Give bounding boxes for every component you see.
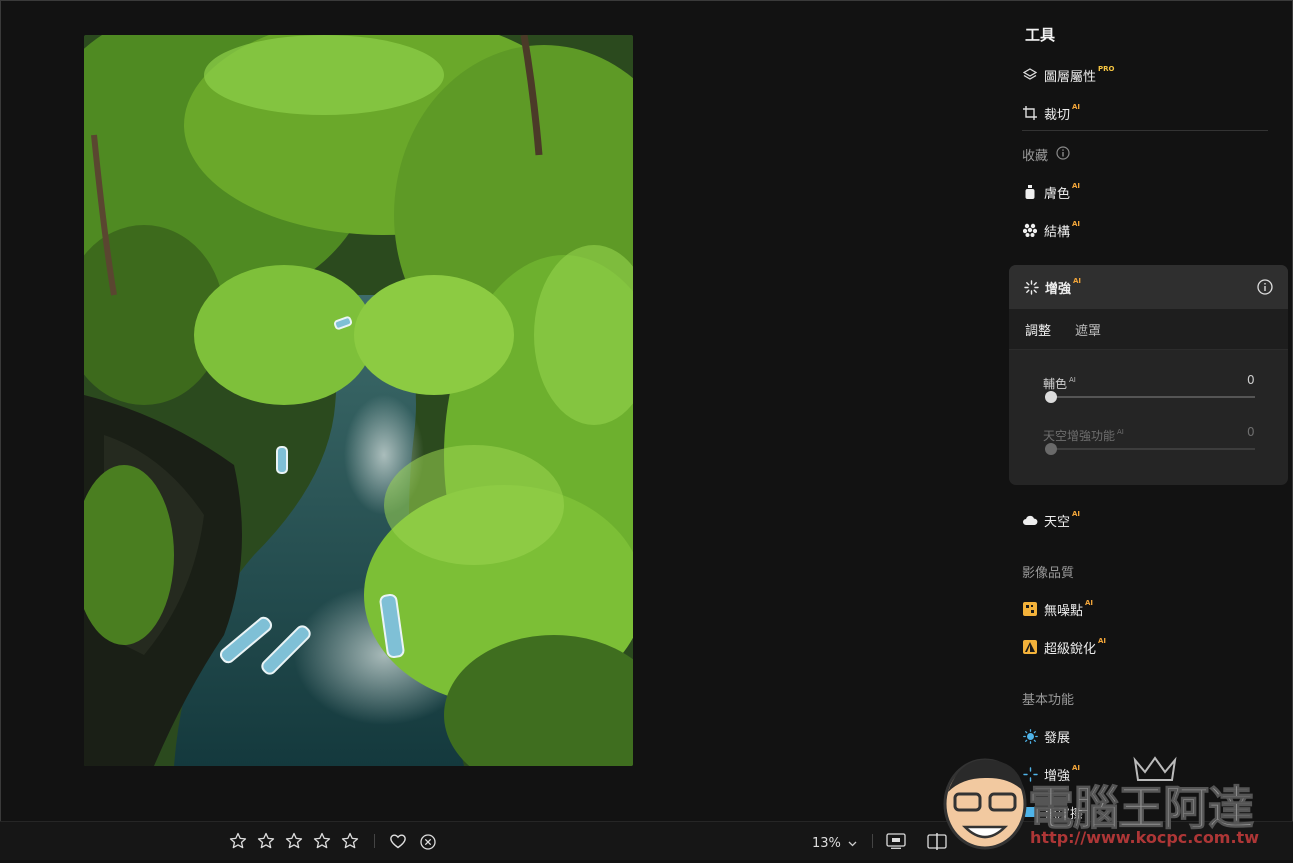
divider [1022,130,1268,131]
sparkle-icon [1022,766,1038,782]
tool-enhance[interactable]: 增強 AI [1023,276,1081,298]
tool-layers[interactable]: 圖層屬性 PRO [1022,64,1115,86]
ai-badge: AI [1085,599,1094,607]
tool-crop-label: 裁切 [1044,107,1071,123]
zoom-level-text: 13% [812,836,841,851]
tool-sky[interactable]: 天空 AI [1022,509,1080,531]
chevron-down-icon [848,841,857,847]
tool-layers-label: 圖層屬性 [1044,69,1097,85]
toolbar-separator [872,834,873,848]
slider-accent-text: 輔色 [1043,377,1068,391]
denoise-icon [1022,601,1038,617]
bottom-toolbar: 13% [0,821,1293,860]
star-icon[interactable] [313,832,331,850]
layers-icon [1022,67,1038,83]
section-favorites: 收藏 [1022,145,1070,164]
tab-adjust[interactable]: 調整 [1025,320,1051,339]
zoom-level[interactable]: 13% [812,836,857,851]
tool-enhance-basic-label: 增強 [1044,768,1071,784]
section-favorites-label: 收藏 [1022,149,1049,164]
sharpen-icon [1022,639,1038,655]
cloud-icon [1022,512,1038,528]
panel-title: 工具 [1025,26,1056,44]
tool-skin[interactable]: 膚色 AI [1022,181,1080,203]
tool-sharpen-label: 超級銳化 [1044,641,1097,657]
slider-accent-knob[interactable] [1045,391,1057,403]
info-icon[interactable] [1257,279,1273,299]
photo-canvas[interactable] [84,35,633,766]
sparkle-icon [1023,279,1039,295]
reject-icon[interactable] [420,834,436,850]
ai-badge: AI [1072,510,1081,518]
fit-screen-icon[interactable] [886,833,906,849]
ai-badge: AI [1117,428,1124,436]
star-icon[interactable] [341,832,359,850]
ai-badge: AI [1098,637,1107,645]
enhance-tabs: 調整 遮罩 [1009,309,1288,350]
structure-icon [1022,222,1038,238]
tab-mask[interactable]: 遮罩 [1075,320,1101,339]
tool-sky-label: 天空 [1044,514,1071,530]
slider-sky-text: 天空增強功能 [1043,429,1116,443]
tool-denoise-label: 無噪點 [1044,603,1084,619]
ai-badge: AI [1072,764,1081,772]
tool-structure[interactable]: 結構 AI [1022,219,1080,241]
toolbar-separator [374,834,375,848]
section-basic: 基本功能 [1022,693,1075,708]
ai-badge: AI [1072,103,1081,111]
tools-panel: 工具 圖層屬性 PRO 裁切 AI 收藏 膚色 AI 結構 AI 增強 AI 調… [1008,0,1293,859]
info-icon[interactable] [1056,145,1070,164]
tool-structure-label: 結構 [1044,224,1071,240]
pro-badge: PRO [1098,65,1115,73]
star-icon[interactable] [257,832,275,850]
tool-skin-label: 膚色 [1044,186,1071,202]
tool-eraser-label: 橡皮擦 [1044,806,1084,822]
slider-accent-track[interactable] [1051,396,1255,398]
eraser-icon [1022,804,1038,820]
tool-enhance-label: 增強 [1045,281,1072,297]
tool-sharpen[interactable]: 超級銳化 AI [1022,636,1106,658]
tool-develop-label: 發展 [1044,730,1071,746]
sun-icon [1022,728,1038,744]
tool-denoise[interactable]: 無噪點 AI [1022,598,1093,620]
ai-badge: AI [1069,376,1076,384]
slider-sky-track[interactable] [1051,448,1255,450]
star-icon[interactable] [229,832,247,850]
tool-eraser[interactable]: 橡皮擦 [1022,801,1083,823]
ai-badge: AI [1072,220,1081,228]
star-icon[interactable] [285,832,303,850]
eye-icon[interactable] [966,835,986,848]
compare-icon[interactable] [927,833,947,850]
crop-icon [1022,105,1038,121]
slider-sky-knob[interactable] [1045,443,1057,455]
slider-accent-label: 輔色 AI [1043,375,1076,392]
enhance-header[interactable]: 增強 AI [1009,265,1288,309]
skin-bottle-icon [1022,184,1038,200]
photo-image [84,35,633,766]
tool-develop[interactable]: 發展 [1022,725,1070,747]
tool-enhance-basic[interactable]: 增強 AI [1022,763,1080,785]
slider-accent-value: 0 [1247,373,1255,387]
heart-icon[interactable] [389,833,407,849]
section-image-quality: 影像品質 [1022,566,1075,581]
enhance-panel: 增強 AI 調整 遮罩 輔色 AI 0 天空增強功能 AI 0 [1009,265,1288,485]
slider-sky-label: 天空增強功能 AI [1043,427,1124,444]
ai-badge: AI [1072,182,1081,190]
tool-crop[interactable]: 裁切 AI [1022,102,1080,124]
slider-sky-value: 0 [1247,425,1255,439]
ai-badge: AI [1073,277,1082,285]
